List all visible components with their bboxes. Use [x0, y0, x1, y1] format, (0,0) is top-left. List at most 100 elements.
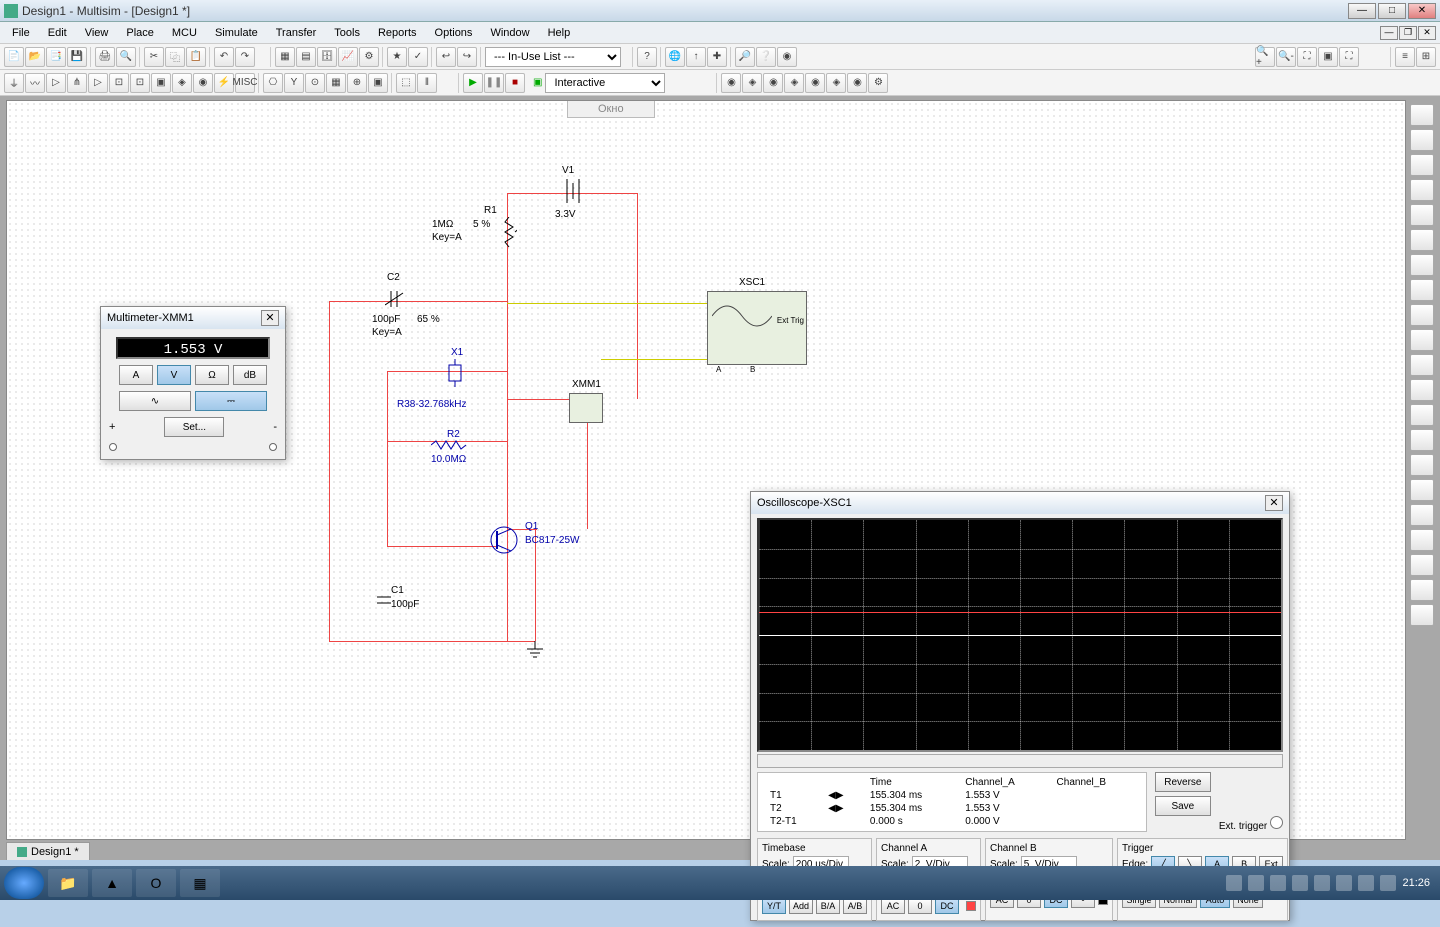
multimeter-tool[interactable]: [1410, 104, 1434, 126]
mm-db-button[interactable]: dB: [233, 365, 267, 385]
full-screen-button[interactable]: ⛶: [1339, 47, 1359, 67]
toggle-spreadsheet-button[interactable]: ▤: [296, 47, 316, 67]
place-ttl-button[interactable]: ⊡: [109, 73, 129, 93]
mm-minus-terminal[interactable]: [269, 443, 277, 451]
current-clamp-tool[interactable]: [1410, 604, 1434, 626]
taskbar-clock[interactable]: 21:26: [1402, 877, 1430, 889]
minimize-button[interactable]: —: [1348, 3, 1376, 19]
four-ch-scope-tool[interactable]: [1410, 204, 1434, 226]
place-rf-button[interactable]: Y: [284, 73, 304, 93]
tray-volume-icon[interactable]: [1380, 875, 1396, 891]
analyses-button-3[interactable]: ◉: [763, 73, 783, 93]
analyses-button-4[interactable]: ◈: [784, 73, 804, 93]
osc-reverse-button[interactable]: Reverse: [1155, 772, 1211, 792]
analyses-button-6[interactable]: ◈: [826, 73, 846, 93]
analyses-button-7[interactable]: ◉: [847, 73, 867, 93]
nav-button[interactable]: ◉: [777, 47, 797, 67]
grapher-button[interactable]: 📈: [338, 47, 358, 67]
oscilloscope-tool[interactable]: [1410, 179, 1434, 201]
osc-ab-button[interactable]: A/B: [843, 898, 867, 914]
document-tab[interactable]: Design1 *: [6, 842, 90, 860]
electrical-rules-button[interactable]: ✓: [408, 47, 428, 67]
osc-cha-ac-button[interactable]: AC: [881, 898, 905, 914]
analyses-button-8[interactable]: ⚙: [868, 73, 888, 93]
osc-cha-0-button[interactable]: 0: [908, 898, 932, 914]
okno-tab[interactable]: Окно: [567, 101, 655, 118]
word-generator-tool[interactable]: [1410, 279, 1434, 301]
cut-button[interactable]: ✂: [144, 47, 164, 67]
list-view-button[interactable]: ≡: [1395, 47, 1415, 67]
multimeter-titlebar[interactable]: Multimeter-XMM1 ✕: [101, 307, 285, 329]
agilent-scope-tool[interactable]: [1410, 504, 1434, 526]
database-manager-button[interactable]: 🗄: [317, 47, 337, 67]
copy-button[interactable]: ⿻: [165, 47, 185, 67]
zoom-sheet-button[interactable]: ▣: [1318, 47, 1338, 67]
place-mixed-button[interactable]: ◈: [172, 73, 192, 93]
osc-yt-button[interactable]: Y/T: [762, 898, 786, 914]
tray-icon[interactable]: [1248, 875, 1264, 891]
tektronix-scope-tool[interactable]: [1410, 529, 1434, 551]
menu-tools[interactable]: Tools: [326, 25, 368, 41]
analyses-button-1[interactable]: ◉: [721, 73, 741, 93]
menu-window[interactable]: Window: [482, 25, 537, 41]
pause-button[interactable]: ❚❚: [484, 73, 504, 93]
place-bus-button[interactable]: ‖: [417, 73, 437, 93]
distortion-analyzer-tool[interactable]: [1410, 379, 1434, 401]
place-diode-button[interactable]: ▷: [46, 73, 66, 93]
menu-mcu[interactable]: MCU: [164, 25, 205, 41]
oscilloscope-hscroll[interactable]: [757, 754, 1283, 768]
task-aimp[interactable]: ▲: [92, 869, 132, 897]
help-button[interactable]: ?: [637, 47, 657, 67]
tray-network-icon[interactable]: [1358, 875, 1374, 891]
mdi-minimize-button[interactable]: —: [1380, 26, 1398, 40]
mdi-restore-button[interactable]: ❐: [1399, 26, 1417, 40]
menu-file[interactable]: File: [4, 25, 38, 41]
iv-analyzer-tool[interactable]: [1410, 354, 1434, 376]
back-annotate-button[interactable]: ↩: [436, 47, 456, 67]
place-electromech-button[interactable]: ⊙: [305, 73, 325, 93]
xsc1-symbol[interactable]: Ext Trig A B: [707, 291, 807, 365]
spectrum-analyzer-tool[interactable]: [1410, 404, 1434, 426]
postprocessor-button[interactable]: ⚙: [359, 47, 379, 67]
help-context-button[interactable]: ❔: [756, 47, 776, 67]
mm-current-button[interactable]: A: [119, 365, 153, 385]
print-button[interactable]: 🖨: [95, 47, 115, 67]
stop-button[interactable]: ■: [505, 73, 525, 93]
menu-transfer[interactable]: Transfer: [268, 25, 325, 41]
oscilloscope-titlebar[interactable]: Oscilloscope-XSC1 ✕: [751, 492, 1289, 514]
mm-ac-button[interactable]: ∿: [119, 391, 191, 411]
place-advanced-periph-button[interactable]: ⎔: [263, 73, 283, 93]
undo-button[interactable]: ↶: [214, 47, 234, 67]
menu-place[interactable]: Place: [118, 25, 162, 41]
multimeter-close-button[interactable]: ✕: [261, 310, 279, 326]
oscilloscope-close-button[interactable]: ✕: [1265, 495, 1283, 511]
menu-view[interactable]: View: [77, 25, 117, 41]
place-source-button[interactable]: ⏚: [4, 73, 24, 93]
run-button[interactable]: ▶: [463, 73, 483, 93]
osc-cha-dc-button[interactable]: DC: [935, 898, 959, 914]
logic-converter-tool[interactable]: [1410, 329, 1434, 351]
bode-plotter-tool[interactable]: [1410, 229, 1434, 251]
save-button[interactable]: 💾: [67, 47, 87, 67]
component-wizard-button[interactable]: ★: [387, 47, 407, 67]
oscilloscope-screen[interactable]: document.write(Array.from({length:9},(_,…: [757, 518, 1283, 752]
place-connector-button[interactable]: ⊕: [347, 73, 367, 93]
zoom-out-button[interactable]: 🔍-: [1276, 47, 1296, 67]
print-preview-button[interactable]: 🔍: [116, 47, 136, 67]
mm-volt-button[interactable]: V: [157, 365, 191, 385]
agilent-mm-tool[interactable]: [1410, 479, 1434, 501]
open-button[interactable]: 📂: [25, 47, 45, 67]
place-basic-button[interactable]: 〰: [25, 73, 45, 93]
osc-ext-trigger-radio[interactable]: [1270, 816, 1283, 829]
mm-ohm-button[interactable]: Ω: [195, 365, 229, 385]
toggle-design-toolbox-button[interactable]: ▦: [275, 47, 295, 67]
place-misc-button[interactable]: MISC: [235, 73, 255, 93]
menu-reports[interactable]: Reports: [370, 25, 425, 41]
close-button[interactable]: ✕: [1408, 3, 1436, 19]
tray-icon[interactable]: [1314, 875, 1330, 891]
place-mcu-button[interactable]: ▣: [368, 73, 388, 93]
xmm1-symbol[interactable]: [569, 393, 603, 423]
tray-icon[interactable]: [1226, 875, 1242, 891]
menu-simulate[interactable]: Simulate: [207, 25, 266, 41]
multimeter-window[interactable]: Multimeter-XMM1 ✕ 1.553 V A V Ω dB ∿ ⎓ +…: [100, 306, 286, 460]
